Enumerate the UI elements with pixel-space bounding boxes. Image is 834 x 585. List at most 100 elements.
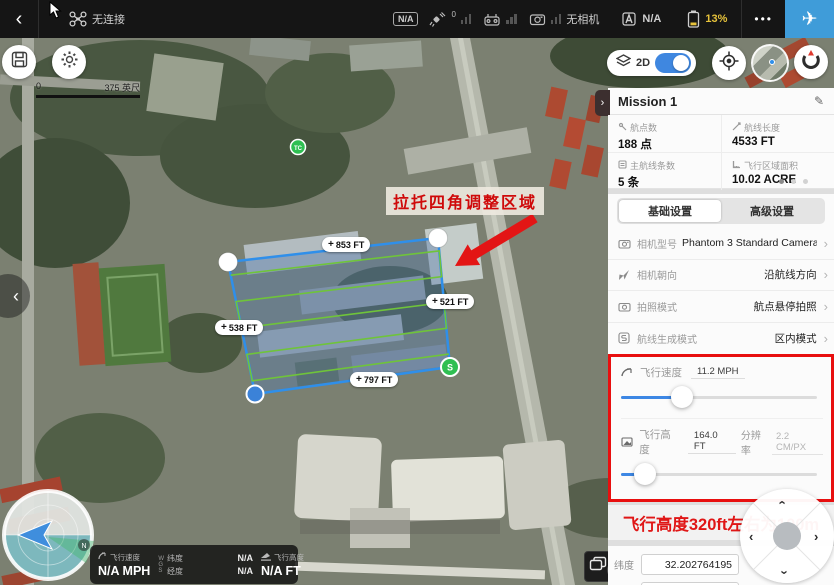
move-icon: + — [356, 374, 362, 385]
stat-route-length: 航线长度 4533 FT — [721, 115, 834, 153]
photos-icon — [589, 556, 607, 577]
chevron-right-icon: › — [822, 236, 828, 251]
flight-sliders-section: 飞行速度 11.2 MPH 飞行高度 164.0 FT 分辨率 2.2 CM/P… — [608, 354, 834, 502]
map-scale-bar: 0 375 英尺 — [36, 81, 140, 98]
edge-distance-label[interactable]: +521 FT — [426, 294, 474, 309]
panel-collapse-tab[interactable]: › — [595, 90, 610, 116]
mission-stats: 航点数 188 点 航线长度 4533 FT 主航线条数 5 条 飞行区域面积 … — [608, 115, 834, 189]
move-icon: + — [221, 322, 227, 333]
speed-slider-row: 飞行速度 11.2 MPH — [621, 363, 823, 418]
nudge-right-button[interactable]: › — [814, 529, 818, 544]
telemetry-bar: 飞行速度 N/A MPH WGS 纬度N/A 经度N/A 飞行高度 N/A — [90, 545, 298, 584]
satellite-count: 0 — [451, 10, 455, 19]
app-screen: ‹ 无连接 N/A 0 — [0, 0, 834, 585]
map-mode-toggle-pill[interactable]: 2D — [607, 50, 696, 76]
setting-route-mode[interactable]: 航线生成模式 区内模式 › — [608, 323, 834, 355]
telemetry-altitude: 飞行高度 N/A FT — [261, 552, 304, 578]
altitude-icon — [261, 552, 271, 563]
location-dot — [769, 59, 775, 65]
map-view-thumbnail-button[interactable] — [751, 44, 789, 82]
tab-basic-settings[interactable]: 基础设置 — [619, 200, 721, 222]
stat-main-lines: 主航线条数 5 条 — [608, 153, 721, 190]
edge-distance-label[interactable]: +538 FT — [215, 320, 263, 335]
settings-list: 相机型号 Phantom 3 Standard Camera › 相机朝向 沿航… — [608, 228, 834, 354]
gps-signal-bars — [461, 14, 472, 24]
rc-signal-bars — [506, 14, 517, 24]
nudge-center-handle[interactable] — [773, 522, 801, 550]
scale-distance: 375 英尺 — [104, 81, 140, 94]
remote-controller-icon — [483, 12, 501, 27]
gps-mode-badge: N/A — [393, 12, 419, 26]
speed-icon — [98, 552, 107, 563]
setting-photo-mode[interactable]: 拍照模式 航点悬停拍照 › — [608, 291, 834, 323]
stat-waypoints: 航点数 188 点 — [608, 115, 721, 153]
setting-camera-model[interactable]: 相机型号 Phantom 3 Standard Camera › — [608, 228, 834, 260]
locate-me-button[interactable] — [712, 46, 746, 80]
tutorial-annotation-label: 拉托四角调整区域 — [386, 187, 544, 215]
resolution-value: 2.2 CM/PX — [772, 431, 823, 455]
attitude-compass-widget: N — [0, 487, 96, 583]
corner-handle-top-left[interactable] — [219, 253, 238, 272]
north-indicator: N — [78, 539, 90, 551]
battery-percent: 13% — [705, 13, 727, 25]
chevron-right-icon: › — [822, 267, 828, 282]
nudge-up-button[interactable]: ‹ — [776, 500, 791, 504]
mission-title: Mission 1 — [618, 94, 677, 109]
slider-thumb[interactable] — [634, 463, 656, 485]
corner-handle-bottom-left[interactable] — [247, 386, 264, 403]
compass-reset-button[interactable] — [794, 45, 828, 79]
setting-camera-heading[interactable]: 相机朝向 沿航线方向 › — [608, 260, 834, 292]
nudge-left-button[interactable]: ‹ — [749, 529, 753, 544]
divider — [38, 0, 39, 38]
annotation-arrow — [455, 214, 538, 266]
save-mission-button[interactable] — [2, 45, 36, 79]
mission-panel: › Mission 1 ✎ 航点数 188 点 航线长度 4533 FT 主航线… — [608, 88, 834, 548]
start-point-marker[interactable]: S — [441, 358, 459, 376]
airplane-icon: ✈ — [802, 8, 818, 31]
more-menu-button[interactable]: ••• — [742, 12, 785, 26]
settings-tabs: 基础设置 高级设置 — [608, 194, 834, 228]
altitude-slider[interactable] — [621, 463, 823, 485]
route-lines-icon — [618, 160, 627, 171]
battery-icon — [687, 10, 700, 28]
latitude-field[interactable]: 32.202764195 — [641, 554, 739, 575]
2d-toggle-switch[interactable] — [655, 53, 691, 73]
camera-signal-bars — [551, 14, 562, 24]
altitude-icon — [621, 437, 634, 447]
drone-icon — [69, 11, 87, 27]
edge-distance-label[interactable]: +853 FT — [322, 237, 370, 252]
route-length-icon — [732, 122, 741, 133]
edge-distance-label[interactable]: +797 FT — [350, 372, 398, 387]
back-chevron-icon: ‹ — [16, 8, 23, 31]
telemetry-coords: WGS 纬度N/A 经度N/A — [158, 553, 253, 577]
tab-advanced-settings[interactable]: 高级设置 — [721, 200, 823, 222]
altitude-value[interactable]: 164.0 FT — [688, 430, 736, 454]
back-button[interactable]: ‹ — [0, 0, 38, 38]
mission-header: Mission 1 ✎ — [608, 88, 834, 115]
speed-slider[interactable] — [621, 386, 823, 408]
satellite-icon — [429, 12, 446, 27]
svg-text:N: N — [81, 543, 86, 550]
speed-value[interactable]: 11.2 MPH — [691, 366, 745, 379]
flight-mode-value: N/A — [642, 13, 661, 25]
map-settings-button[interactable] — [52, 45, 86, 79]
connection-status: 无连接 — [92, 11, 125, 27]
toggle-knob — [673, 55, 689, 71]
nudge-down-button[interactable]: ‹ — [776, 570, 791, 574]
takeoff-button[interactable]: ✈ — [785, 0, 834, 38]
route-mode-icon — [618, 332, 632, 344]
slider-thumb[interactable] — [671, 386, 693, 408]
edit-mission-button[interactable]: ✎ — [814, 94, 824, 108]
gear-icon — [60, 50, 79, 74]
corner-handle-top-right[interactable] — [429, 229, 448, 248]
stats-pager-dots[interactable] — [779, 179, 808, 184]
flight-mode-icon — [621, 11, 637, 27]
altitude-slider-row: 飞行高度 164.0 FT 分辨率 2.2 CM/PX — [621, 418, 823, 495]
stat-area: 飞行区域面积 10.02 ACRE — [721, 153, 834, 190]
scale-bar-line — [36, 95, 140, 98]
scale-zero: 0 — [36, 81, 41, 94]
tc-map-marker[interactable]: TC — [291, 140, 306, 155]
chevron-right-icon: › — [822, 299, 828, 314]
chevron-right-icon: › — [601, 97, 605, 109]
svg-text:S: S — [447, 363, 453, 373]
